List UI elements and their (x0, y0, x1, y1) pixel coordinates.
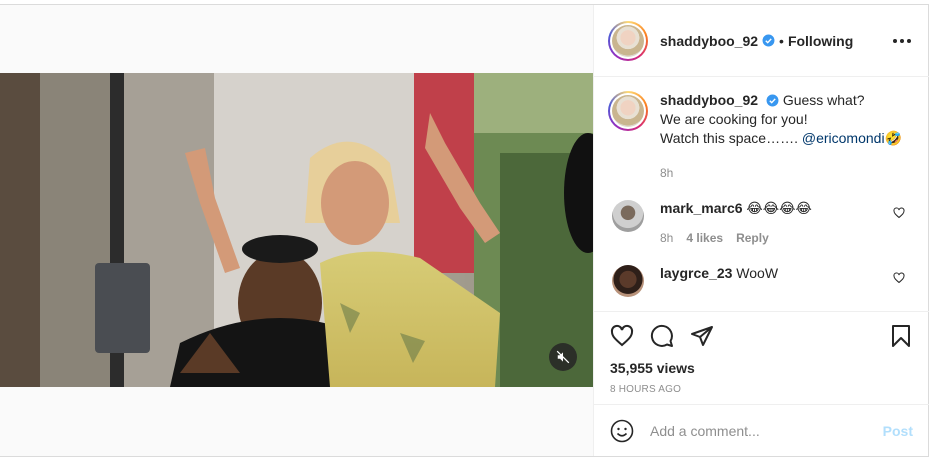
post-timestamp[interactable]: 8 HOURS AGO (610, 384, 913, 395)
comment-item: laygrce_23 WooW (608, 265, 913, 297)
comment-text: WooW (736, 265, 779, 281)
commenter-avatar[interactable] (612, 200, 644, 232)
separator-dot: • (779, 32, 784, 49)
emoji-smiley-icon[interactable] (610, 419, 634, 443)
media-area (0, 5, 593, 456)
post-comment-button[interactable]: Post (883, 423, 913, 439)
post-actions: 35,955 views 8 HOURS AGO (594, 311, 929, 405)
verified-badge-icon (766, 94, 779, 107)
video-player[interactable] (0, 73, 593, 387)
caption-avatar[interactable] (608, 91, 648, 131)
post-header: shaddyboo_92 • Following (594, 5, 929, 77)
post-side-panel: shaddyboo_92 • Following shaddyboo_92 Gu… (593, 5, 929, 456)
video-frame (0, 73, 593, 387)
mute-button[interactable] (549, 343, 577, 371)
bookmark-icon[interactable] (889, 324, 913, 348)
author-username[interactable]: shaddyboo_92 (660, 33, 758, 49)
reply-button[interactable]: Reply (736, 231, 769, 245)
following-button[interactable]: Following (788, 33, 853, 49)
share-paper-plane-icon[interactable] (690, 324, 714, 348)
comment-likes[interactable]: 4 likes (686, 231, 723, 245)
comment-item: mark_marc6 😂😂😂😂 8h 4 likes Reply (608, 200, 913, 245)
like-comment-heart-icon[interactable] (893, 206, 905, 224)
view-count[interactable]: 35,955 views (610, 360, 913, 376)
caption-emoji: 🤣 (884, 130, 902, 146)
commenter-username[interactable]: mark_marc6 (660, 200, 743, 216)
caption-line-1: Guess what? (782, 92, 865, 108)
author-avatar[interactable] (608, 20, 648, 61)
comment-time[interactable]: 8h (660, 231, 673, 245)
more-options-button[interactable] (889, 35, 915, 47)
post-card: shaddyboo_92 • Following shaddyboo_92 Gu… (0, 4, 929, 457)
like-heart-icon[interactable] (610, 324, 634, 348)
commenter-avatar[interactable] (612, 265, 644, 297)
caption: shaddyboo_92 Guess what? We are cooking … (608, 91, 913, 148)
comment-bubble-icon[interactable] (650, 324, 674, 348)
comment-text: 😂😂😂😂 (746, 200, 812, 216)
caption-username[interactable]: shaddyboo_92 (660, 92, 758, 108)
more-dots-icon (893, 38, 897, 43)
caption-time[interactable]: 8h (660, 166, 913, 180)
caption-line-2: We are cooking for you! (660, 111, 808, 127)
speaker-muted-icon (556, 350, 570, 364)
comments-list[interactable]: shaddyboo_92 Guess what? We are cooking … (594, 77, 929, 311)
caption-text: shaddyboo_92 Guess what? We are cooking … (660, 91, 902, 148)
commenter-username[interactable]: laygrce_23 (660, 265, 732, 281)
like-comment-heart-icon[interactable] (893, 271, 905, 289)
comment-composer: Post (594, 404, 929, 456)
mention-link[interactable]: @ericomondi (802, 130, 885, 146)
verified-badge-icon (762, 34, 775, 47)
caption-line-3: Watch this space……. (660, 130, 798, 146)
comment-input[interactable] (648, 421, 883, 440)
